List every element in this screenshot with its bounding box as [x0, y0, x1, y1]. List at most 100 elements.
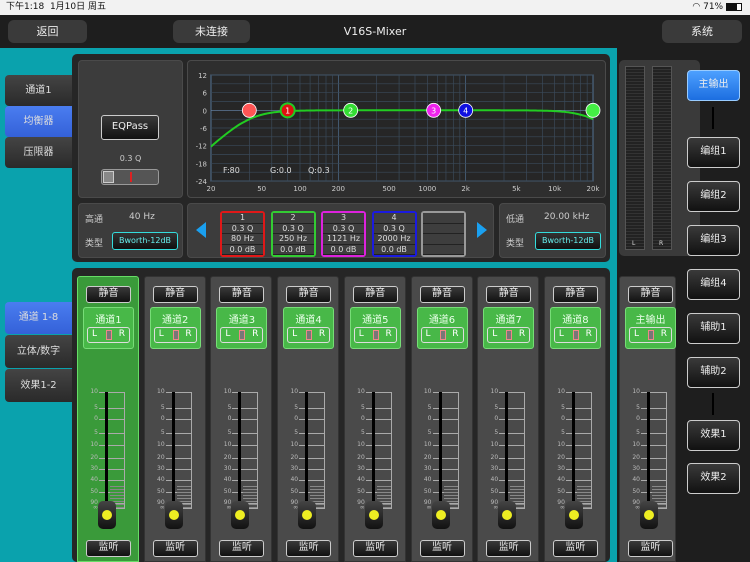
eq-pass-button[interactable]: EQPass: [101, 115, 159, 140]
monitor-button[interactable]: 监听: [152, 540, 198, 557]
fader-knob[interactable]: [431, 501, 450, 529]
scale-label: 5: [494, 403, 499, 411]
monitor-button[interactable]: 监听: [219, 540, 265, 557]
highpass-type-button[interactable]: Bworth-12dB: [112, 232, 178, 250]
pan-control[interactable]: LR: [87, 327, 130, 343]
bus-button[interactable]: 辅助2: [687, 357, 740, 388]
pan-control[interactable]: LR: [487, 327, 531, 343]
fader-knob[interactable]: [231, 501, 250, 529]
pan-control[interactable]: LR: [629, 327, 672, 343]
system-button[interactable]: 系统: [662, 20, 742, 43]
q-slider[interactable]: [101, 169, 159, 185]
channel-name-box[interactable]: 通道6 LR: [416, 307, 468, 349]
bus-button[interactable]: 主输出: [687, 70, 740, 101]
fader-knob[interactable]: [564, 501, 583, 529]
mute-button[interactable]: 静音: [152, 286, 198, 303]
x-tick-label: 1000: [418, 185, 436, 193]
connection-button[interactable]: 未连接: [173, 20, 250, 43]
x-tick-label: 20: [207, 185, 216, 193]
bus-button[interactable]: 编组2: [687, 181, 740, 212]
mute-button[interactable]: 静音: [552, 286, 598, 303]
eq-node[interactable]: [241, 102, 257, 118]
mute-button[interactable]: 静音: [628, 286, 673, 303]
fader-track: [505, 392, 509, 517]
bus-button[interactable]: 编组1: [687, 137, 740, 168]
tab-stereo-digital[interactable]: 立体/数字: [5, 335, 72, 368]
channel-name-box[interactable]: 通道2 LR: [149, 307, 201, 349]
scale-label: 30: [90, 464, 98, 472]
band-freq: 1121 Hz: [323, 234, 364, 245]
eq-node-label: 2: [348, 106, 353, 115]
scale-label: 5: [360, 428, 365, 436]
pan-indicator: [439, 330, 446, 340]
fader-knob[interactable]: [298, 501, 317, 529]
band-2[interactable]: 2 0.3 Q 250 Hz 0.0 dB: [270, 211, 316, 257]
band-gain: 0.0 dB: [323, 244, 364, 255]
channel-name-box[interactable]: 通道1 LR: [83, 307, 134, 349]
scale-label: 40: [157, 476, 165, 484]
bus-button[interactable]: 效果2: [687, 463, 740, 494]
lowpass-type-button[interactable]: Bworth-12dB: [535, 232, 601, 250]
pan-control[interactable]: LR: [287, 327, 331, 343]
fader-track: [571, 392, 575, 517]
bus-button[interactable]: 效果1: [687, 420, 740, 451]
band-q: 0.3 Q: [272, 223, 314, 234]
x-tick-label: 50: [257, 185, 266, 193]
band-3[interactable]: 3 0.3 Q 1121 Hz 0.0 dB: [321, 211, 366, 257]
fader-track: [438, 392, 442, 517]
channel-name-box[interactable]: 通道3 LR: [216, 307, 268, 349]
fader-knob[interactable]: [98, 501, 116, 529]
tab-channels-1-8[interactable]: 通道 1-8: [5, 302, 72, 334]
channel-name-box[interactable]: 主输出 LR: [625, 307, 676, 349]
mute-button[interactable]: 静音: [86, 286, 131, 303]
mute-button[interactable]: 静音: [219, 286, 265, 303]
mute-button[interactable]: 静音: [486, 286, 532, 303]
channel-name-box[interactable]: 通道8 LR: [549, 307, 601, 349]
monitor-button[interactable]: 监听: [352, 540, 398, 557]
tab-effects-1-2[interactable]: 效果1-2: [5, 369, 72, 402]
fader-knob[interactable]: [364, 501, 383, 529]
bus-button[interactable]: 辅助1: [687, 313, 740, 344]
monitor-button[interactable]: 监听: [419, 540, 465, 557]
pan-control[interactable]: LR: [220, 327, 264, 343]
channel-name-box[interactable]: 通道4 LR: [283, 307, 335, 349]
monitor-button[interactable]: 监听: [486, 540, 532, 557]
scale-label: 5: [561, 403, 565, 411]
prev-arrow-icon[interactable]: [196, 222, 206, 238]
pan-control[interactable]: LR: [420, 327, 464, 343]
mute-button[interactable]: 静音: [352, 286, 398, 303]
eq-node[interactable]: [585, 102, 601, 118]
channel-name-box[interactable]: 通道5 LR: [349, 307, 401, 349]
pan-control[interactable]: LR: [153, 327, 197, 343]
band-number: 2: [272, 213, 314, 224]
monitor-button[interactable]: 监听: [628, 540, 673, 557]
band-empty[interactable]: [421, 211, 466, 257]
mute-button[interactable]: 静音: [419, 286, 465, 303]
tab-equalizer[interactable]: 均衡器: [5, 106, 72, 137]
next-arrow-icon[interactable]: [477, 222, 487, 238]
tab-compressor[interactable]: 压限器: [5, 137, 72, 168]
fader-knob[interactable]: [164, 501, 183, 529]
q-slider-thumb[interactable]: [103, 171, 114, 183]
scale-label: ∞: [293, 503, 299, 511]
band-4[interactable]: 4 0.3 Q 2000 Hz 0.0 dB: [371, 211, 417, 257]
fader-knob[interactable]: [498, 501, 517, 529]
bus-button[interactable]: 编组4: [687, 269, 740, 300]
monitor-button[interactable]: 监听: [286, 540, 332, 557]
channel-name: 通道3: [228, 315, 256, 326]
scale-label: 10: [423, 441, 432, 449]
pan-control[interactable]: LR: [353, 327, 397, 343]
pan-control[interactable]: LR: [553, 327, 597, 343]
fader-knob[interactable]: [640, 501, 658, 529]
channel-name-box[interactable]: 通道7 LR: [483, 307, 535, 349]
y-tick-label: 6: [203, 90, 208, 98]
band-1[interactable]: 1 0.3 Q 80 Hz 0.0 dB: [220, 211, 265, 257]
bus-button[interactable]: 编组3: [687, 225, 740, 256]
monitor-button[interactable]: 监听: [86, 540, 131, 557]
monitor-button[interactable]: 监听: [552, 540, 598, 557]
tab-channel1[interactable]: 通道1: [5, 75, 72, 106]
back-button[interactable]: 返回: [8, 20, 87, 43]
mute-button[interactable]: 静音: [286, 286, 332, 303]
eq-graph[interactable]: 1260-6-12-18-2420 50 100 200 500 1000 2k 5k 10k 2…: [188, 61, 607, 199]
eq-graph-box: 12 6 0 -6 -12 -18 -24 20 50 100 200 500 1000 2k 5k 10k 2…: [187, 60, 606, 198]
